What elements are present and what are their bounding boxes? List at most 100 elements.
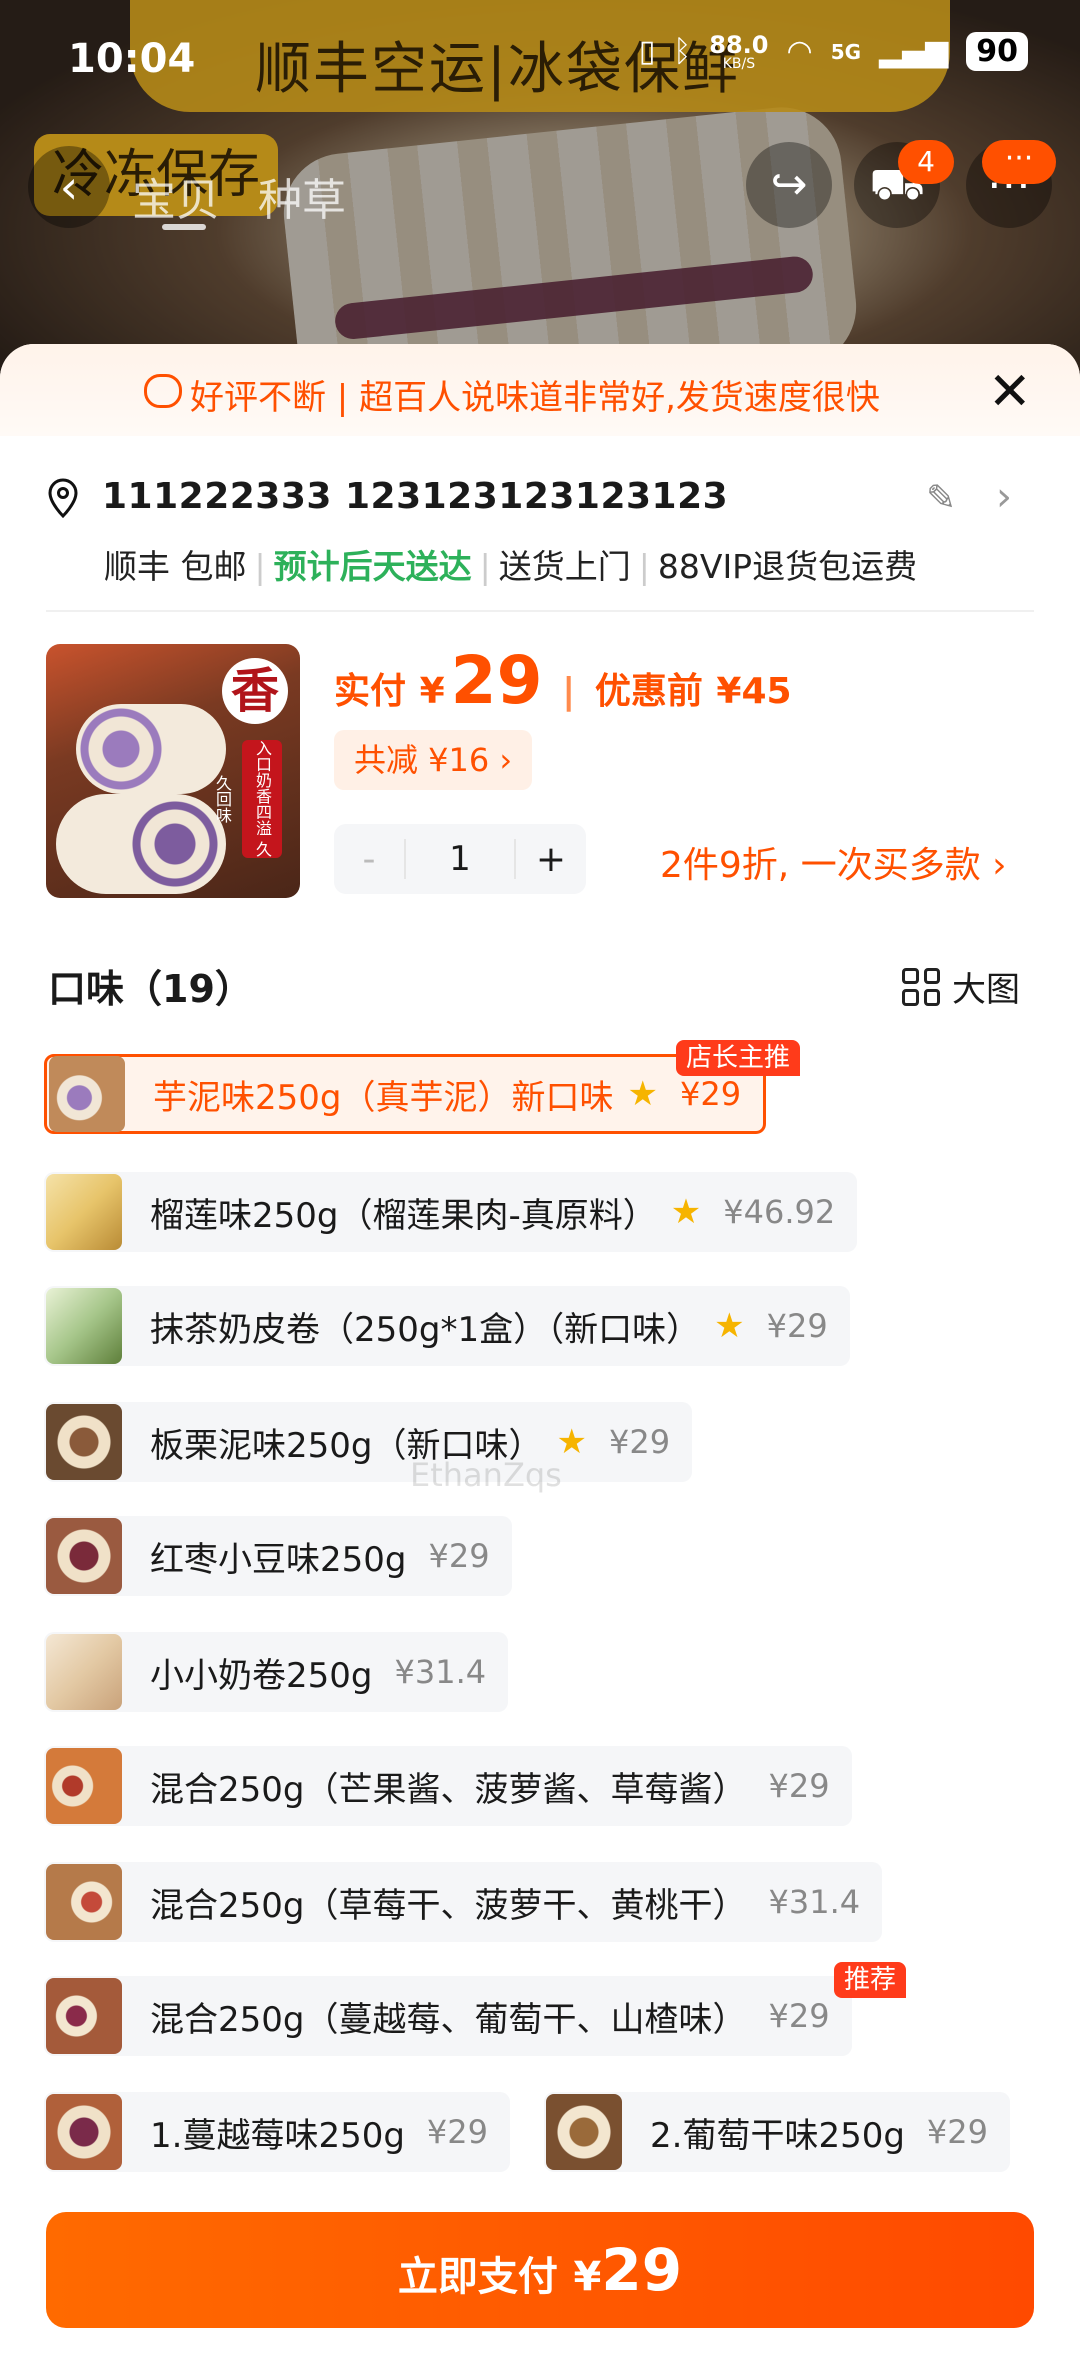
orig-price: ¥45 [716, 671, 792, 712]
option-price: ¥29 [608, 1423, 671, 1461]
tab-item[interactable]: 宝贝 [132, 164, 220, 228]
address-row[interactable]: 111222333 123123123123123 ✎ › [46, 474, 1036, 524]
increase-button[interactable]: + [516, 839, 586, 880]
option-name: 芋泥味250g（真芋泥）新口味 [153, 1077, 614, 1118]
option-thumbnail [46, 1288, 122, 1364]
shipping-info: 顺丰 包邮 | 预计后天送达 | 送货上门 | 88VIP退货包运费 [104, 547, 918, 586]
star-icon: ★ [627, 1074, 658, 1114]
option-price: ¥29 [768, 1767, 830, 1805]
delivery-label: 送货上门 [498, 547, 631, 586]
thumb-char: 香 [222, 658, 288, 724]
option-name: 红枣小豆味250g [150, 1539, 407, 1580]
sku-selection-sheet: 好评不断 | 超百人说味道非常好,发货速度很快 ✕ 111222333 1231… [0, 344, 1080, 2374]
status-bar: 10:04 ▯ ᛒ 88.0 KB/S ◠ 5G ▂▄▆ 90 [0, 0, 1080, 120]
option-price: ¥29 [428, 1537, 490, 1575]
option-thumbnail [46, 1864, 122, 1940]
top-nav: ‹ 宝贝 种草 ↪ ⛟ 4 ⋯ ··· [0, 140, 1080, 250]
eta-label: 预计后天送达 [273, 547, 472, 586]
big-view-toggle[interactable]: 大图 [902, 962, 1020, 1011]
watermark: EthanZqs [410, 1456, 562, 1494]
grid-icon [902, 967, 940, 1006]
status-time: 10:04 [68, 36, 196, 82]
active-tab-indicator [162, 224, 206, 230]
status-icons: ▯ ᛒ 88.0 KB/S ◠ 5G ▂▄▆ 90 [639, 32, 1028, 71]
option-thumbnail [46, 2094, 122, 2170]
option-price: ¥29 [768, 1997, 830, 2035]
praise-banner: 好评不断 | 超百人说味道非常好,发货速度很快 ✕ [0, 344, 1080, 436]
option-thumbnail [46, 1518, 122, 1594]
shop-recommend-badge: 店长主推 [676, 1040, 801, 1076]
chevron-right-icon[interactable]: › [996, 474, 1012, 520]
signal-icon: ▂▄▆ [879, 34, 949, 69]
share-button[interactable]: ↪ [746, 142, 832, 228]
back-button[interactable]: ‹ [28, 146, 110, 228]
chevron-left-icon: ‹ [59, 160, 79, 214]
option-price: ¥29 [679, 1075, 742, 1113]
flavor-option[interactable]: 混合250g（草莓干、菠萝干、黄桃干） ¥31.4 [44, 1862, 883, 1942]
pay-button-currency: ¥ [573, 2254, 602, 2300]
chat-bubble-icon [144, 374, 182, 408]
cart-count-badge: 4 [898, 140, 954, 184]
price-line: 实付 ¥29 | 优惠前 ¥45 [334, 642, 792, 719]
thumb-stamp: 入口奶香四溢 久久回味 [213, 740, 282, 858]
pay-now-button[interactable]: 立即支付 ¥29 [46, 2212, 1034, 2328]
currency-symbol: ¥ [419, 671, 445, 712]
flavor-option[interactable]: 混合250g（蔓越莓、葡萄干、山楂味） ¥29 [44, 1976, 852, 2056]
bundle-promo-link[interactable]: 2件9折, 一次买多款 › [660, 836, 1007, 888]
option-name: 混合250g（草莓干、菠萝干、黄桃干） [150, 1885, 747, 1926]
flavor-option[interactable]: 抹茶奶皮卷（250g*1盒）（新口味） ★ ¥29 [44, 1286, 850, 1366]
option-price: ¥29 [926, 2113, 988, 2151]
edit-icon[interactable]: ✎ [926, 478, 956, 519]
close-icon: ✕ [988, 362, 1032, 422]
net-speed-unit: KB/S [722, 55, 756, 72]
orig-label: 优惠前 [594, 671, 703, 712]
quantity-value[interactable]: 1 [404, 839, 516, 879]
star-icon: ★ [670, 1192, 702, 1232]
flavor-option[interactable]: 榴莲味250g（榴莲果肉-真原料） ★ ¥46.92 [44, 1172, 858, 1252]
option-price: ¥46.92 [723, 1193, 836, 1231]
battery-indicator: 90 [966, 32, 1028, 71]
big-view-label: 大图 [952, 970, 1020, 1010]
praise-text: 好评不断 | 超百人说味道非常好,发货速度很快 [190, 378, 880, 418]
pay-button-label: 立即支付 [397, 2254, 558, 2300]
option-thumbnail [46, 1748, 122, 1824]
option-name: 榴莲味250g（榴莲果肉-真原料） [150, 1195, 657, 1236]
close-button[interactable]: ✕ [988, 366, 1032, 418]
roll-slice-2 [56, 794, 226, 894]
option-name: 小小奶卷250g [150, 1655, 373, 1696]
option-thumbnail [46, 1174, 122, 1250]
flavor-option[interactable]: 红枣小豆味250g ¥29 [44, 1516, 512, 1596]
tab-seeding[interactable]: 种草 [258, 164, 346, 228]
location-pin-icon [48, 478, 78, 518]
pay-button-amount: 29 [601, 2236, 683, 2304]
flavor-option[interactable]: 小小奶卷250g ¥31.4 [44, 1632, 509, 1712]
option-name: 抹茶奶皮卷（250g*1盒）（新口味） [150, 1309, 701, 1350]
option-name: 混合250g（芒果酱、菠萝酱、草莓酱） [150, 1769, 747, 1810]
quantity-stepper: - 1 + [334, 824, 586, 894]
option-price: ¥29 [426, 2113, 488, 2151]
net-speed: 88.0 KB/S [709, 33, 768, 71]
option-name: 混合250g（蔓越莓、葡萄干、山楂味） [150, 1999, 747, 2040]
wifi-icon: ◠ [786, 34, 813, 69]
product-thumbnail[interactable]: 香 入口奶香四溢 久久回味 [46, 644, 300, 898]
flavor-option[interactable]: 芋泥味250g（真芋泥）新口味 ★ ¥29 [44, 1054, 767, 1134]
flavor-option[interactable]: 1.蔓越莓味250g ¥29 [44, 2092, 510, 2172]
divider [46, 610, 1034, 612]
flavor-option[interactable]: 混合250g（芒果酱、菠萝酱、草莓酱） ¥29 [44, 1746, 852, 1826]
decrease-button[interactable]: - [334, 839, 404, 880]
option-name: 1.蔓越莓味250g [150, 2115, 405, 2156]
option-thumbnail [46, 1634, 122, 1710]
recommend-badge: 推荐 [834, 1962, 907, 1998]
address-text: 111222333 123123123123123 [102, 476, 729, 517]
option-thumbnail [546, 2094, 622, 2170]
signal-label: 5G [830, 39, 862, 64]
discount-detail-button[interactable]: 共减 ¥16 › [334, 730, 533, 790]
carrier-label: 顺丰 包邮 [104, 547, 247, 586]
option-price: ¥31.4 [768, 1883, 861, 1921]
option-thumbnail [46, 1978, 122, 2054]
option-thumbnail [46, 1404, 122, 1480]
pay-label: 实付 [334, 671, 407, 712]
flavor-option[interactable]: 2.葡萄干味250g ¥29 [544, 2092, 1010, 2172]
flavor-option[interactable]: 板栗泥味250g（新口味） ★ ¥29 [44, 1402, 693, 1482]
more-badge: ··· [982, 140, 1056, 184]
